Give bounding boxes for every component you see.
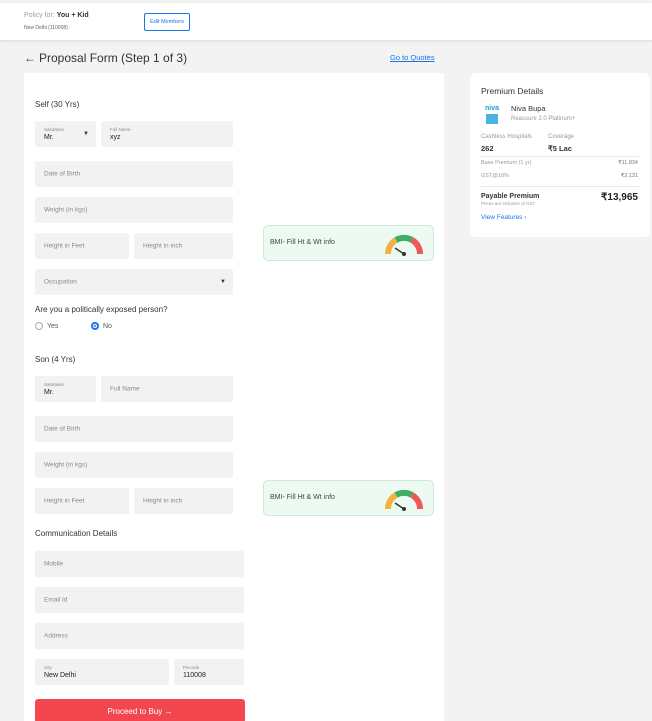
self-fullname-input[interactable]: Full Name xyz — [101, 121, 233, 147]
bmi-gauge-icon — [384, 489, 424, 511]
self-height-feet-input[interactable]: Height in Feet — [35, 233, 129, 259]
premium-details-title: Premium Details — [481, 86, 544, 96]
base-premium-value: ₹11,834 — [618, 160, 638, 166]
self-occupation-select[interactable]: Occupation ▼ — [35, 269, 233, 295]
payable-premium-note: Prices are inclusive of GST — [481, 201, 536, 206]
cashless-value: 262 — [481, 144, 494, 153]
radio-yes[interactable] — [35, 322, 43, 330]
page-title: ← Proposal Form (Step 1 of 3) — [24, 51, 187, 65]
insurer-name: Niva Bupa — [511, 104, 546, 113]
self-salutation-select[interactable]: Salutation Mr. ▼ — [35, 121, 96, 147]
chevron-down-icon: ▼ — [220, 279, 226, 285]
proposal-form-card: Self (30 Yrs) Salutation Mr. ▼ Full Name… — [24, 73, 444, 721]
son-salutation-select[interactable]: Salutation Mr. — [35, 376, 96, 402]
son-bmi-info: BMI- Fill Ht & Wt info — [263, 480, 434, 516]
communication-section-title: Communication Details — [35, 529, 118, 538]
pincode-input[interactable]: Pincode 110008 — [174, 659, 244, 685]
self-section-title: Self (30 Yrs) — [35, 100, 80, 109]
cashless-label: Cashless Hospitals — [481, 134, 533, 140]
gst-label: GST@18% — [481, 173, 509, 179]
policy-for-text: Policy for: You + Kid — [24, 12, 89, 19]
son-height-inch-input[interactable]: Height in inch — [134, 488, 233, 514]
son-weight-input[interactable]: Weight (in kgs) — [35, 452, 233, 478]
pep-no-option[interactable]: No — [91, 322, 112, 330]
proceed-to-buy-button[interactable]: Proceed to Buy → — [35, 699, 245, 721]
son-dob-input[interactable]: Date of Birth — [35, 416, 233, 442]
self-bmi-info: BMI- Fill Ht & Wt info — [263, 225, 434, 261]
radio-no[interactable] — [91, 322, 99, 330]
view-features-link[interactable]: View Features › — [481, 214, 526, 221]
self-dob-input[interactable]: Date of Birth — [35, 161, 233, 187]
edit-members-button[interactable]: Edit Members — [144, 13, 190, 31]
location-text: New Delhi (110008) — [24, 25, 68, 31]
policy-members: You + Kid — [56, 12, 89, 19]
insurer-logo: niva — [481, 104, 503, 126]
coverage-label: Coverage — [548, 134, 575, 140]
gst-value: ₹2,131 — [620, 173, 638, 179]
back-arrow-icon[interactable]: ← — [24, 51, 36, 65]
coverage-value: ₹5 Lac — [548, 144, 572, 153]
premium-details-card: Premium Details niva Niva Bupa Reassure … — [470, 73, 650, 237]
chevron-down-icon: ▼ — [83, 131, 89, 137]
city-input[interactable]: City New Delhi — [35, 659, 169, 685]
go-to-quotes-link[interactable]: Go to Quotes — [390, 53, 435, 62]
email-input[interactable]: Email Id — [35, 587, 244, 613]
plan-name: Reassure 2.0 Platinum+ — [511, 116, 576, 122]
son-height-feet-input[interactable]: Height in Feet — [35, 488, 129, 514]
page-title-text: Proposal Form (Step 1 of 3) — [39, 51, 188, 65]
top-bar: Policy for: You + Kid New Delhi (110008)… — [0, 3, 652, 41]
self-weight-input[interactable]: Weight (in kgs) — [35, 197, 233, 223]
divider — [481, 156, 639, 157]
son-fullname-input[interactable]: Full Name — [101, 376, 233, 402]
self-height-inch-input[interactable]: Height in inch — [134, 233, 233, 259]
payable-premium-value: ₹13,965 — [601, 192, 638, 203]
address-input[interactable]: Address — [35, 623, 244, 649]
pep-yes-option[interactable]: Yes — [35, 322, 58, 330]
divider — [481, 186, 639, 187]
pep-question: Are you a politically exposed person? — [35, 305, 168, 314]
son-section-title: Son (4 Yrs) — [35, 355, 76, 364]
mobile-input[interactable]: Mobile — [35, 551, 244, 577]
bmi-gauge-icon — [384, 234, 424, 256]
payable-premium-label: Payable Premium — [481, 193, 540, 200]
base-premium-label: Base Premium (1 yr) — [481, 160, 532, 166]
